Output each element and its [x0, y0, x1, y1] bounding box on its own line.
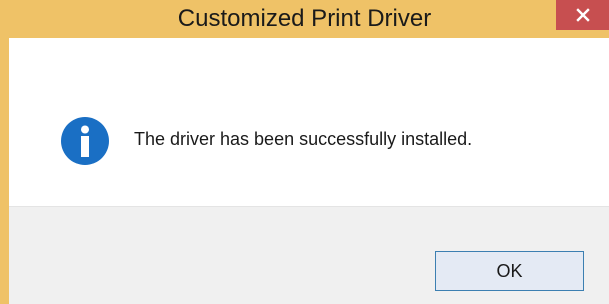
message-area: The driver has been successfully install…: [9, 38, 609, 206]
dialog-client-area: The driver has been successfully install…: [9, 38, 609, 304]
dialog-message: The driver has been successfully install…: [134, 129, 473, 149]
window-title: Customized Print Driver: [177, 5, 432, 32]
title-bar[interactable]: Customized Print Driver: [0, 0, 609, 38]
info-icon: [61, 117, 109, 165]
button-bar: OK: [9, 206, 609, 304]
ok-button[interactable]: OK: [435, 251, 584, 291]
close-icon: [575, 8, 590, 22]
close-button[interactable]: [556, 0, 609, 30]
dialog-window: Customized Print Driver The driver has b…: [0, 0, 609, 304]
